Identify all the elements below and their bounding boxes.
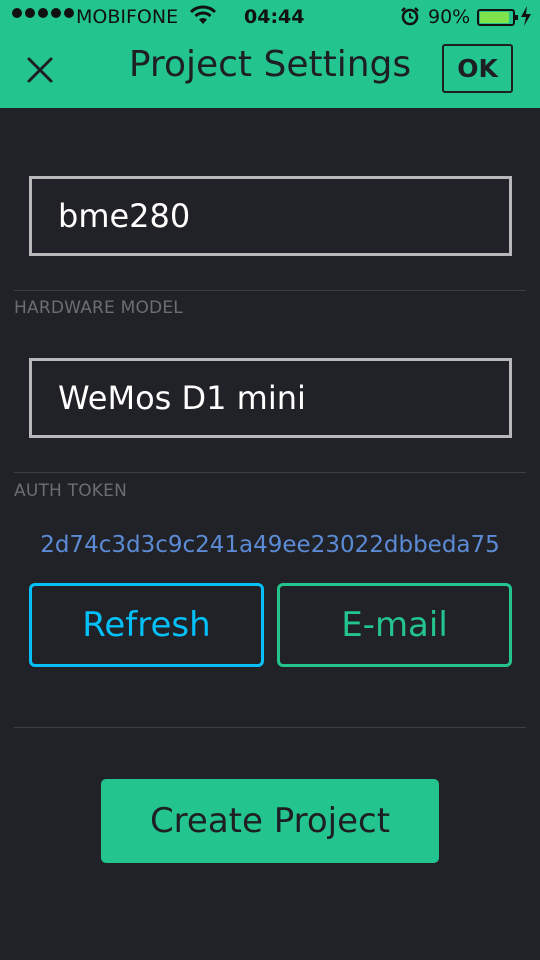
divider bbox=[14, 472, 526, 473]
auth-token-label: AUTH TOKEN bbox=[14, 481, 128, 501]
page-title: Project Settings bbox=[128, 44, 412, 85]
alarm-icon bbox=[400, 6, 420, 31]
auth-token-value: 2d74c3d3c9c241a49ee23022dbbeda75 bbox=[40, 532, 500, 558]
project-name-input[interactable]: bme280 bbox=[29, 176, 512, 256]
status-bar: MOBIFONE 04:44 90% bbox=[0, 0, 540, 34]
wifi-icon bbox=[189, 4, 217, 31]
divider bbox=[14, 290, 526, 291]
signal-dots-icon bbox=[12, 8, 77, 18]
battery-icon bbox=[477, 9, 518, 26]
email-button[interactable]: E-mail bbox=[277, 583, 512, 667]
close-icon[interactable] bbox=[22, 52, 58, 88]
battery-percent: 90% bbox=[428, 6, 471, 28]
hardware-model-select[interactable]: WeMos D1 mini bbox=[29, 358, 512, 438]
header-bar: MOBIFONE 04:44 90% Project Settings OK bbox=[0, 0, 540, 108]
hardware-model-label: HARDWARE MODEL bbox=[14, 298, 183, 318]
refresh-button[interactable]: Refresh bbox=[29, 583, 264, 667]
create-project-button[interactable]: Create Project bbox=[101, 779, 439, 863]
carrier-name: MOBIFONE bbox=[76, 6, 179, 28]
divider bbox=[14, 727, 526, 728]
ok-button[interactable]: OK bbox=[442, 44, 513, 93]
clock-time: 04:44 bbox=[244, 6, 305, 28]
charging-bolt-icon bbox=[520, 5, 532, 32]
